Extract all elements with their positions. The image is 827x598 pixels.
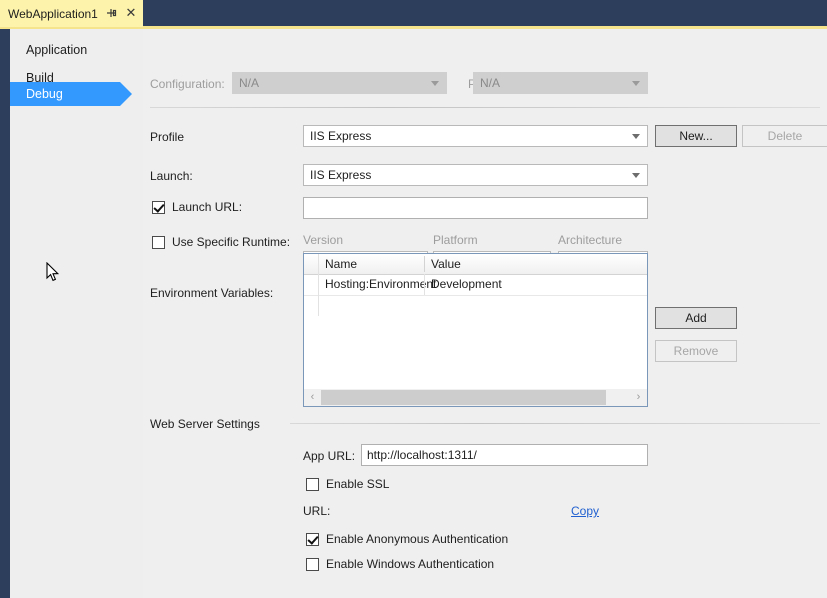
enable-ssl-checkbox[interactable]: Enable SSL [306,477,389,491]
configuration-value: N/A [239,76,259,90]
runtime-architecture-label: Architecture [558,233,622,247]
copy-url-link[interactable]: Copy [571,504,599,518]
checkbox-icon [152,201,165,214]
delete-profile-button: Delete [742,125,827,147]
web-server-separator [290,423,820,424]
grid-horizontal-scrollbar[interactable]: ‹ › [304,389,647,406]
chevron-down-icon [632,173,640,178]
profile-label: Profile [150,130,184,144]
chevron-down-icon [632,134,640,139]
sidebar-item-debug[interactable]: Debug [10,82,120,106]
delete-profile-button-label: Delete [768,129,803,143]
cell-name[interactable]: Hosting:Environment [319,274,424,295]
checkbox-icon [152,236,165,249]
document-tab-label: WebApplication1 [8,7,98,21]
pin-icon[interactable] [104,6,118,20]
selection-arrow-icon [120,82,132,106]
runtime-platform-label: Platform [433,233,478,247]
chevron-down-icon [431,81,439,86]
platform-dropdown[interactable]: N/A [473,72,648,94]
add-button-label: Add [685,311,706,325]
sidebar-item-label: Application [26,43,87,57]
remove-button-label: Remove [674,344,719,358]
scroll-left-icon[interactable]: ‹ [304,389,321,406]
table-row[interactable]: Hosting:Environment Development [304,274,647,296]
environment-variables-grid-main[interactable]: Name Value Hosting:Environment Developme… [303,253,648,407]
table-row-empty[interactable] [304,295,647,316]
launch-label: Launch: [150,169,193,183]
left-dark-strip [0,29,10,598]
chevron-down-icon [632,81,640,86]
profile-dropdown[interactable]: IIS Express [303,125,648,147]
use-specific-runtime-label: Use Specific Runtime: [172,235,290,249]
grid-header-name[interactable]: Name [319,254,424,274]
scrollbar-thumb[interactable] [321,390,606,405]
cell-value[interactable]: Development [425,274,647,295]
grid-header-value[interactable]: Value [425,254,647,274]
debug-settings-pane: Configuration: N/A Platform: N/A Profile… [143,29,827,598]
sidebar-item-application[interactable]: Application [10,38,143,62]
sidebar-item-label: Debug [26,87,63,101]
runtime-version-label: Version [303,233,343,247]
launch-url-input[interactable] [303,197,648,219]
grid-header-row: Name Value [304,254,647,275]
launch-dropdown[interactable]: IIS Express [303,164,648,186]
checkbox-icon [306,558,319,571]
new-profile-button-label: New... [679,129,712,143]
document-tab-webapplication1[interactable]: WebApplication1 ✕ [0,0,143,27]
launch-url-checkbox-label: Launch URL: [172,200,242,214]
enable-ssl-label: Enable SSL [326,477,389,491]
enable-windows-authentication-checkbox[interactable]: Enable Windows Authentication [306,557,494,571]
environment-variables-label: Environment Variables: [150,286,273,300]
new-profile-button[interactable]: New... [655,125,737,147]
use-specific-runtime-checkbox[interactable]: Use Specific Runtime: [152,235,290,249]
add-environment-variable-button[interactable]: Add [655,307,737,329]
app-url-value: http://localhost:1311/ [367,448,477,462]
web-server-settings-title: Web Server Settings [150,417,260,431]
profile-value: IIS Express [310,129,371,143]
platform-value: N/A [480,76,500,90]
url-label: URL: [303,504,330,518]
enable-anonymous-authentication-checkbox[interactable]: Enable Anonymous Authentication [306,532,508,546]
project-properties-window: WebApplication1 ✕ Application Build Debu… [0,0,827,598]
enable-anonymous-authentication-label: Enable Anonymous Authentication [326,532,508,546]
remove-environment-variable-button: Remove [655,340,737,362]
launch-url-checkbox[interactable]: Launch URL: [152,200,242,214]
configuration-label: Configuration: [150,77,225,91]
launch-value: IIS Express [310,168,371,182]
header-separator [150,107,820,108]
close-icon[interactable]: ✕ [124,5,138,21]
app-url-input[interactable]: http://localhost:1311/ [361,444,648,466]
checkbox-icon [306,533,319,546]
mouse-cursor [46,262,60,283]
enable-windows-authentication-label: Enable Windows Authentication [326,557,494,571]
checkbox-icon [306,478,319,491]
configuration-dropdown[interactable]: N/A [232,72,447,94]
properties-nav-panel: Application Build Debug [10,29,143,598]
app-url-label: App URL: [303,449,355,463]
scroll-right-icon[interactable]: › [630,389,647,406]
row-header-divider [318,295,319,316]
